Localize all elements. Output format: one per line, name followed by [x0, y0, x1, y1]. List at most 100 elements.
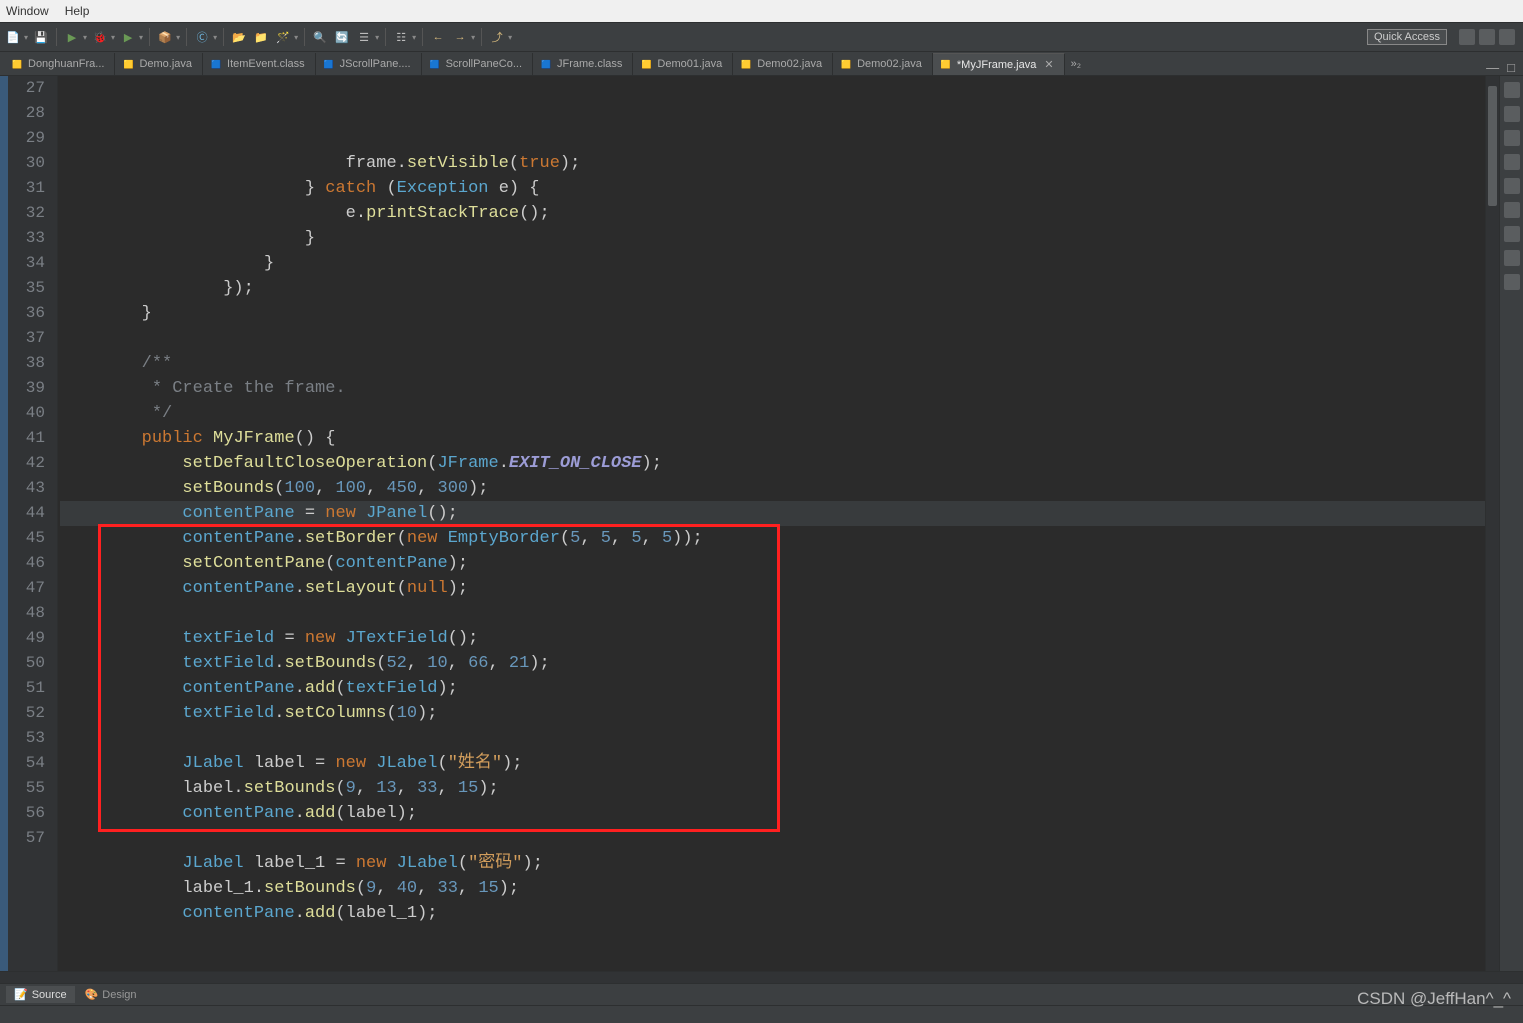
save-icon[interactable]: 💾 — [32, 28, 50, 46]
line-number[interactable]: 53 — [0, 726, 45, 751]
line-number[interactable]: 35 — [0, 276, 45, 301]
editor-tab[interactable]: 🟨Demo02.java — [733, 53, 833, 75]
scrollbar-thumb[interactable] — [1488, 86, 1497, 206]
code-line[interactable]: JLabel label = new JLabel("姓名"); — [60, 751, 1485, 776]
code-line[interactable]: * Create the frame. — [60, 376, 1485, 401]
editor-tab[interactable]: 🟨DonghuanFra... — [4, 53, 115, 75]
code-line[interactable]: /** — [60, 351, 1485, 376]
line-number[interactable]: 46 — [0, 551, 45, 576]
code-line[interactable]: contentPane.add(label); — [60, 801, 1485, 826]
line-number[interactable]: 56 — [0, 801, 45, 826]
step-icon[interactable]: ⤴ — [488, 28, 506, 46]
code-line[interactable]: textField = new JTextField(); — [60, 626, 1485, 651]
editor-tab[interactable]: 🟦ScrollPaneCo... — [422, 53, 533, 75]
editor-tab[interactable]: 🟨*MyJFrame.java✕ — [933, 53, 1065, 75]
wand-icon[interactable]: 🪄 — [274, 28, 292, 46]
code-line[interactable]: contentPane.add(textField); — [60, 676, 1485, 701]
code-line[interactable] — [60, 326, 1485, 351]
line-number[interactable]: 57 — [0, 826, 45, 851]
code-line[interactable]: label.setBounds(9, 13, 33, 15); — [60, 776, 1485, 801]
sync-icon[interactable]: 🔄 — [333, 28, 351, 46]
line-number[interactable]: 29 — [0, 126, 45, 151]
code-line[interactable]: e.printStackTrace(); — [60, 201, 1485, 226]
code-line[interactable]: }); — [60, 276, 1485, 301]
line-number[interactable]: 45 — [0, 526, 45, 551]
horizontal-scrollbar[interactable] — [0, 971, 1523, 983]
line-number[interactable]: 41 — [0, 426, 45, 451]
code-line[interactable]: } — [60, 226, 1485, 251]
minimize-view-icon[interactable]: — — [1486, 60, 1499, 75]
line-number[interactable]: 44 — [0, 501, 45, 526]
code-line[interactable]: */ — [60, 401, 1485, 426]
code-line[interactable]: setContentPane(contentPane); — [60, 551, 1485, 576]
code-line[interactable]: setDefaultCloseOperation(JFrame.EXIT_ON_… — [60, 451, 1485, 476]
line-number[interactable]: 54 — [0, 751, 45, 776]
line-number[interactable]: 36 — [0, 301, 45, 326]
line-number[interactable]: 28 — [0, 101, 45, 126]
line-number[interactable]: 30 — [0, 151, 45, 176]
run-last-icon[interactable]: ▶ — [119, 28, 137, 46]
tab-design[interactable]: 🎨 Design — [77, 986, 145, 1003]
structure-icon[interactable] — [1504, 130, 1520, 146]
toggle-icon[interactable]: ☷ — [392, 28, 410, 46]
line-number[interactable]: 50 — [0, 651, 45, 676]
line-number[interactable]: 52 — [0, 701, 45, 726]
snippets-icon[interactable] — [1504, 250, 1520, 266]
code-line[interactable]: JLabel label_1 = new JLabel("密码"); — [60, 851, 1485, 876]
menu-help[interactable]: Help — [65, 4, 90, 18]
code-line[interactable]: textField.setColumns(10); — [60, 701, 1485, 726]
perspective-switcher[interactable] — [1459, 29, 1515, 45]
line-number[interactable]: 38 — [0, 351, 45, 376]
outline-view-icon[interactable] — [1504, 82, 1520, 98]
line-number[interactable]: 48 — [0, 601, 45, 626]
code-line[interactable]: contentPane.setLayout(null); — [60, 576, 1485, 601]
line-number[interactable]: 34 — [0, 251, 45, 276]
data-icon[interactable] — [1504, 226, 1520, 242]
line-number[interactable]: 40 — [0, 401, 45, 426]
line-number[interactable]: 37 — [0, 326, 45, 351]
code-line[interactable]: contentPane = new JPanel(); — [60, 501, 1485, 526]
code-line[interactable] — [60, 601, 1485, 626]
beans-icon[interactable] — [1504, 202, 1520, 218]
editor-tab[interactable]: 🟦JScrollPane.... — [316, 53, 422, 75]
tab-overflow-button[interactable]: »₂ — [1065, 58, 1087, 70]
close-icon[interactable]: ✕ — [1044, 58, 1053, 71]
line-number[interactable]: 33 — [0, 226, 45, 251]
overview-ruler[interactable] — [1485, 76, 1499, 971]
editor-tab[interactable]: 🟦JFrame.class — [533, 53, 633, 75]
code-line[interactable]: public MyJFrame() { — [60, 426, 1485, 451]
task-list-icon[interactable] — [1504, 106, 1520, 122]
outline-icon[interactable]: ☰ — [355, 28, 373, 46]
perspective-other-icon[interactable] — [1499, 29, 1515, 45]
editor-tab[interactable]: 🟦ItemEvent.class — [203, 53, 316, 75]
quick-access-input[interactable]: Quick Access — [1367, 29, 1447, 45]
menu-window[interactable]: Window — [6, 4, 49, 18]
perspective-debug-icon[interactable] — [1479, 29, 1495, 45]
perspective-java-icon[interactable] — [1459, 29, 1475, 45]
code-editor[interactable]: frame.setVisible(true); } catch (Excepti… — [58, 76, 1485, 971]
editor-tab[interactable]: 🟨Demo01.java — [633, 53, 733, 75]
new-icon[interactable]: 📄 — [4, 28, 22, 46]
properties-icon[interactable] — [1504, 178, 1520, 194]
line-number[interactable]: 39 — [0, 376, 45, 401]
line-number[interactable]: 49 — [0, 626, 45, 651]
editor-tab[interactable]: 🟨Demo02.java — [833, 53, 933, 75]
line-number[interactable]: 51 — [0, 676, 45, 701]
search-icon[interactable]: 🔍 — [311, 28, 329, 46]
nav-back-icon[interactable]: ← — [429, 28, 447, 46]
line-number[interactable]: 32 — [0, 201, 45, 226]
code-line[interactable]: contentPane.add(label_1); — [60, 901, 1485, 926]
tab-source[interactable]: 📝 Source — [6, 986, 75, 1003]
code-line[interactable]: } — [60, 301, 1485, 326]
line-number[interactable]: 43 — [0, 476, 45, 501]
code-line[interactable] — [60, 826, 1485, 851]
line-number[interactable]: 27 — [0, 76, 45, 101]
maximize-view-icon[interactable]: □ — [1507, 60, 1515, 75]
code-line[interactable]: } catch (Exception e) { — [60, 176, 1485, 201]
code-line[interactable]: frame.setVisible(true); — [60, 151, 1485, 176]
line-number[interactable]: 42 — [0, 451, 45, 476]
run-icon[interactable]: ▶ — [63, 28, 81, 46]
palette-icon[interactable] — [1504, 154, 1520, 170]
code-line[interactable] — [60, 726, 1485, 751]
open-task-icon[interactable]: 📁 — [252, 28, 270, 46]
